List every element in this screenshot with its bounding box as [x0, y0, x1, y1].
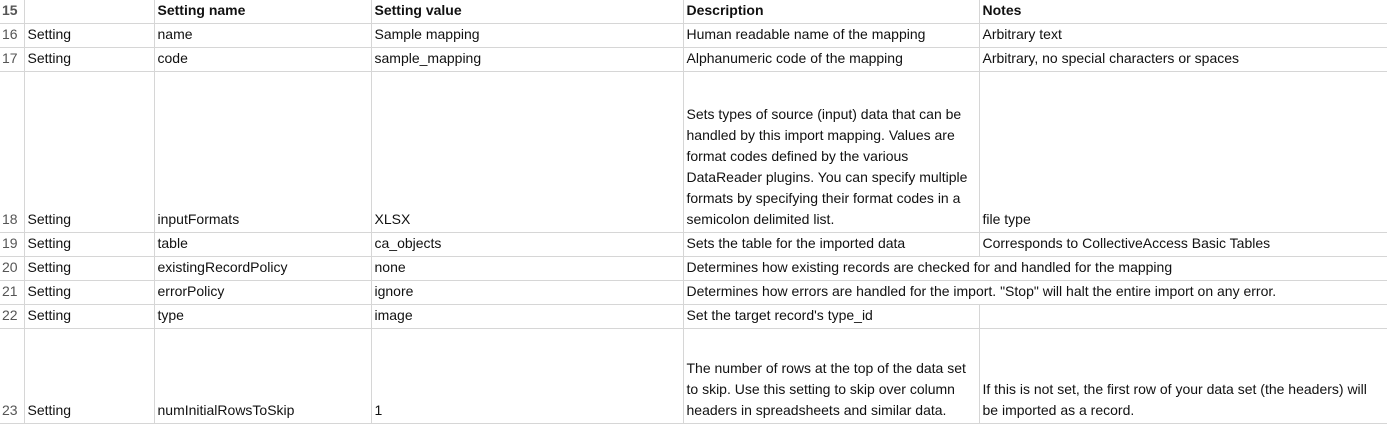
- cell[interactable]: Determines how existing records are chec…: [683, 256, 1387, 281]
- cell[interactable]: [24, 0, 155, 24]
- row-number[interactable]: 22: [0, 304, 25, 329]
- cell[interactable]: Arbitrary, no special characters or spac…: [979, 47, 1387, 72]
- cell[interactable]: Human readable name of the mapping: [683, 23, 980, 48]
- cell[interactable]: Setting: [24, 232, 155, 257]
- row-number[interactable]: 20: [0, 256, 25, 281]
- cell[interactable]: sample_mapping: [371, 47, 684, 72]
- table-row: 21 Setting errorPolicy ignore Determines…: [0, 280, 1387, 305]
- cell[interactable]: table: [154, 232, 372, 257]
- cell[interactable]: image: [371, 304, 684, 329]
- spreadsheet-grid: 15 Setting name Setting value Descriptio…: [0, 0, 1387, 424]
- row-number[interactable]: 17: [0, 47, 25, 72]
- table-row: 17 Setting code sample_mapping Alphanume…: [0, 47, 1387, 72]
- cell[interactable]: Setting: [24, 23, 155, 48]
- table-row: 16 Setting name Sample mapping Human rea…: [0, 23, 1387, 48]
- table-row: 20 Setting existingRecordPolicy none Det…: [0, 256, 1387, 281]
- table-row: 19 Setting table ca_objects Sets the tab…: [0, 232, 1387, 257]
- cell[interactable]: Sets types of source (input) data that c…: [683, 71, 980, 233]
- row-number[interactable]: 16: [0, 23, 25, 48]
- table-row: 23 Setting numInitialRowsToSkip 1 The nu…: [0, 328, 1387, 424]
- cell[interactable]: Alphanumeric code of the mapping: [683, 47, 980, 72]
- cell[interactable]: existingRecordPolicy: [154, 256, 372, 281]
- cell[interactable]: Setting: [24, 280, 155, 305]
- cell[interactable]: XLSX: [371, 71, 684, 233]
- cell[interactable]: Set the target record's type_id: [683, 304, 980, 329]
- cell[interactable]: numInitialRowsToSkip: [154, 328, 372, 424]
- cell[interactable]: The number of rows at the top of the dat…: [683, 328, 980, 424]
- column-header-setting-value[interactable]: Setting value: [371, 0, 684, 24]
- column-header-description[interactable]: Description: [683, 0, 980, 24]
- cell[interactable]: ignore: [371, 280, 684, 305]
- cell[interactable]: Setting: [24, 71, 155, 233]
- cell[interactable]: file type: [979, 71, 1387, 233]
- cell[interactable]: Setting: [24, 328, 155, 424]
- cell[interactable]: name: [154, 23, 372, 48]
- cell[interactable]: If this is not set, the first row of you…: [979, 328, 1387, 424]
- table-row: 15 Setting name Setting value Descriptio…: [0, 0, 1387, 24]
- column-header-setting-name[interactable]: Setting name: [154, 0, 372, 24]
- row-number[interactable]: 23: [0, 328, 25, 424]
- cell[interactable]: code: [154, 47, 372, 72]
- table-row: 22 Setting type image Set the target rec…: [0, 304, 1387, 329]
- cell[interactable]: Setting: [24, 304, 155, 329]
- row-number[interactable]: 21: [0, 280, 25, 305]
- cell[interactable]: [979, 304, 1387, 329]
- cell[interactable]: Corresponds to CollectiveAccess Basic Ta…: [979, 232, 1387, 257]
- cell[interactable]: Setting: [24, 256, 155, 281]
- row-number[interactable]: 15: [0, 0, 25, 24]
- cell[interactable]: Arbitrary text: [979, 23, 1387, 48]
- cell[interactable]: errorPolicy: [154, 280, 372, 305]
- cell[interactable]: Sets the table for the imported data: [683, 232, 980, 257]
- cell[interactable]: inputFormats: [154, 71, 372, 233]
- cell[interactable]: ca_objects: [371, 232, 684, 257]
- row-number[interactable]: 18: [0, 71, 25, 233]
- cell[interactable]: 1: [371, 328, 684, 424]
- cell[interactable]: none: [371, 256, 684, 281]
- column-header-notes[interactable]: Notes: [979, 0, 1387, 24]
- table-row: 18 Setting inputFormats XLSX Sets types …: [0, 71, 1387, 233]
- cell[interactable]: Determines how errors are handled for th…: [683, 280, 1387, 305]
- row-number[interactable]: 19: [0, 232, 25, 257]
- cell[interactable]: Sample mapping: [371, 23, 684, 48]
- cell[interactable]: type: [154, 304, 372, 329]
- cell[interactable]: Setting: [24, 47, 155, 72]
